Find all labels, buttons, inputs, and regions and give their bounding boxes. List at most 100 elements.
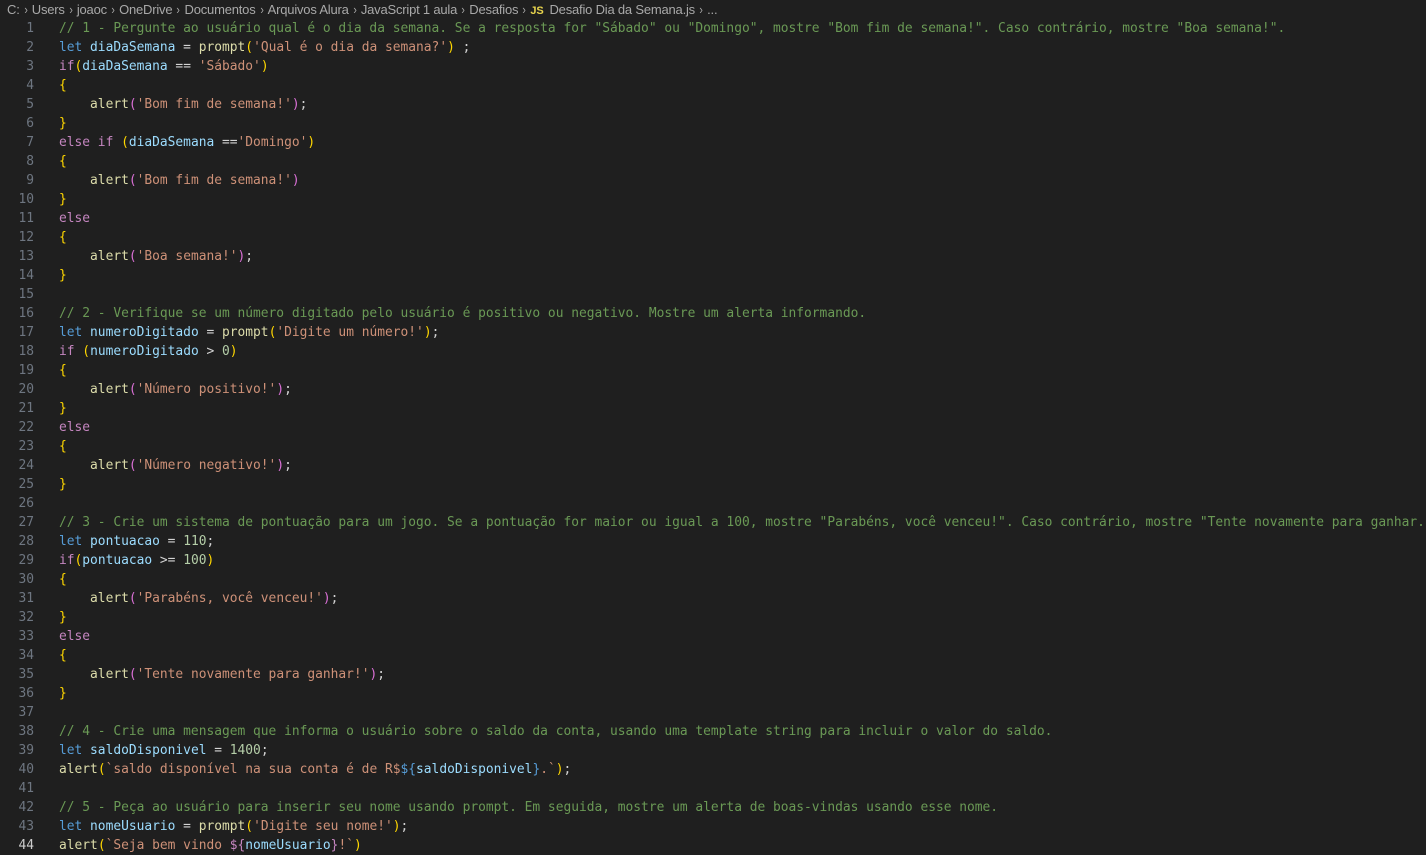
code-line[interactable]: 42 // 5 - Peça ao usuário para inserir se… <box>0 798 1426 817</box>
code-line[interactable]: 9 alert('Bom fim de semana!') <box>0 171 1426 190</box>
code-line[interactable]: 8{ <box>0 152 1426 171</box>
code-line[interactable]: 44 alert(`Seja bem vindo ${nomeUsuario}!`… <box>0 836 1426 855</box>
code-token: ) <box>353 838 362 853</box>
code-line[interactable]: 24 alert('Número negativo!'); <box>0 456 1426 475</box>
code-line[interactable]: 27 // 3 - Crie um sistema de pontuação pa… <box>0 513 1426 532</box>
breadcrumb-file-name[interactable]: Desafio Dia da Semana.js <box>549 2 695 17</box>
code-line[interactable]: 43 let nomeUsuario = prompt('Digite seu n… <box>0 817 1426 836</box>
code-token: ) <box>206 553 215 568</box>
code-line[interactable]: 2 let diaDaSemana = prompt('Qual é o dia … <box>0 38 1426 57</box>
code-token: 'Boa semana!' <box>136 249 238 264</box>
code-line[interactable]: 23 { <box>0 437 1426 456</box>
code-token: ) <box>291 97 300 112</box>
code-token: { <box>59 78 67 93</box>
code-line[interactable]: 38 // 4 - Crie uma mensagem que informa o… <box>0 722 1426 741</box>
code-line[interactable]: 32} <box>0 608 1426 627</box>
code-line[interactable]: 10} <box>0 190 1426 209</box>
code-line[interactable]: 25} <box>0 475 1426 494</box>
code-line[interactable]: 20 alert('Número positivo!'); <box>0 380 1426 399</box>
code-token: saldoDisponivel <box>90 743 207 758</box>
code-line[interactable]: 5 alert('Bom fim de semana!'); <box>0 95 1426 114</box>
code-text: // 1 - Pergunte ao usuário qual é o dia … <box>34 19 1285 38</box>
code-line[interactable]: 1 // 1 - Pergunte ao usuário qual é o dia… <box>0 19 1426 38</box>
code-token: 0 <box>222 344 230 359</box>
line-number: 17 <box>18 325 34 340</box>
breadcrumb-symbol-trailing[interactable]: ... <box>707 2 717 17</box>
code-line[interactable]: 30 { <box>0 570 1426 589</box>
code-token: ( <box>82 344 91 359</box>
breadcrumb-item[interactable]: Arquivos Alura <box>268 2 349 17</box>
code-line[interactable]: 6} <box>0 114 1426 133</box>
code-line[interactable]: 12 { <box>0 228 1426 247</box>
code-text: } <box>34 399 67 418</box>
code-token: ( <box>128 382 137 397</box>
code-token: ) <box>447 40 455 55</box>
breadcrumb-item[interactable]: OneDrive <box>119 2 173 17</box>
line-number: 30 <box>18 572 34 587</box>
code-token: 100 <box>183 553 207 568</box>
code-text: alert('Bom fim de semana!') <box>34 171 300 190</box>
code-token: // 1 - Pergunte ao usuário qual é o dia … <box>59 21 1286 36</box>
breadcrumb-item[interactable]: Users <box>32 2 65 17</box>
breadcrumb-item[interactable]: joaoc <box>77 2 107 17</box>
code-text: if(pontuacao >= 100) <box>34 551 214 570</box>
code-text: alert('Boa semana!'); <box>34 247 253 266</box>
code-text: if (numeroDigitado > 0) <box>34 342 238 361</box>
code-line[interactable]: 33 else <box>0 627 1426 646</box>
code-line[interactable]: 28 let pontuacao = 110; <box>0 532 1426 551</box>
code-token: prompt <box>198 819 246 834</box>
code-text: else <box>34 418 90 437</box>
code-line[interactable]: 3 if(diaDaSemana == 'Sábado') <box>0 57 1426 76</box>
code-token: ( <box>128 173 137 188</box>
code-line[interactable]: 29 if(pontuacao >= 100) <box>0 551 1426 570</box>
code-token: ( <box>128 458 137 473</box>
code-token: prompt <box>198 40 246 55</box>
line-number: 43 <box>18 819 34 834</box>
code-token: == <box>167 59 199 74</box>
code-line[interactable]: 4{ <box>0 76 1426 95</box>
code-line[interactable]: 26 <box>0 494 1426 513</box>
code-line[interactable]: 41 <box>0 779 1426 798</box>
code-token: == <box>214 135 238 150</box>
code-token: ) <box>260 59 269 74</box>
breadcrumb-item[interactable]: Desafios <box>469 2 518 17</box>
code-line[interactable]: 13 alert('Boa semana!'); <box>0 247 1426 266</box>
code-line[interactable]: 16 // 2 - Verifique se um número digitado… <box>0 304 1426 323</box>
breadcrumb-item[interactable]: C: <box>7 2 20 17</box>
code-token: diaDaSemana <box>90 40 176 55</box>
code-line[interactable]: 31 alert('Parabéns, você venceu!'); <box>0 589 1426 608</box>
code-text: alert(`Seja bem vindo ${nomeUsuario}!`) <box>34 836 362 855</box>
code-line[interactable]: 35 alert('Tente novamente para ganhar!')… <box>0 665 1426 684</box>
code-token: pontuacao <box>82 553 153 568</box>
code-line[interactable]: 11 else <box>0 209 1426 228</box>
code-token: ( <box>128 667 137 682</box>
code-line[interactable]: 19 { <box>0 361 1426 380</box>
code-text: { <box>34 152 67 171</box>
code-token: else if <box>59 135 122 150</box>
code-text: let nomeUsuario = prompt('Digite seu nom… <box>34 817 408 836</box>
code-line[interactable]: 17 let numeroDigitado = prompt('Digite um… <box>0 323 1426 342</box>
code-line[interactable]: 7 else if (diaDaSemana =='Domingo') <box>0 133 1426 152</box>
code-line[interactable]: 34 { <box>0 646 1426 665</box>
line-number: 23 <box>18 439 34 454</box>
code-line[interactable]: 18 if (numeroDigitado > 0) <box>0 342 1426 361</box>
code-token: ) <box>307 135 316 150</box>
breadcrumb-item[interactable]: JavaScript 1 aula <box>361 2 458 17</box>
code-line[interactable]: 40 alert(`saldo disponível na sua conta é… <box>0 760 1426 779</box>
code-line[interactable]: 36} <box>0 684 1426 703</box>
code-line[interactable]: 22 else <box>0 418 1426 437</box>
code-token: ( <box>121 135 129 150</box>
code-line[interactable]: 14} <box>0 266 1426 285</box>
code-token: 'Parabéns, você venceu!' <box>136 591 323 606</box>
code-line[interactable]: 37 <box>0 703 1426 722</box>
code-text: if(diaDaSemana == 'Sábado') <box>34 57 269 76</box>
code-editor[interactable]: 1 // 1 - Pergunte ao usuário qual é o dia… <box>0 19 1426 855</box>
breadcrumb-item[interactable]: Documentos <box>185 2 256 17</box>
code-line[interactable]: 15 <box>0 285 1426 304</box>
code-token: let <box>59 40 91 55</box>
code-token: numeroDigitado <box>90 344 199 359</box>
code-line[interactable]: 39 let saldoDisponivel = 1400; <box>0 741 1426 760</box>
code-line[interactable]: 21} <box>0 399 1426 418</box>
